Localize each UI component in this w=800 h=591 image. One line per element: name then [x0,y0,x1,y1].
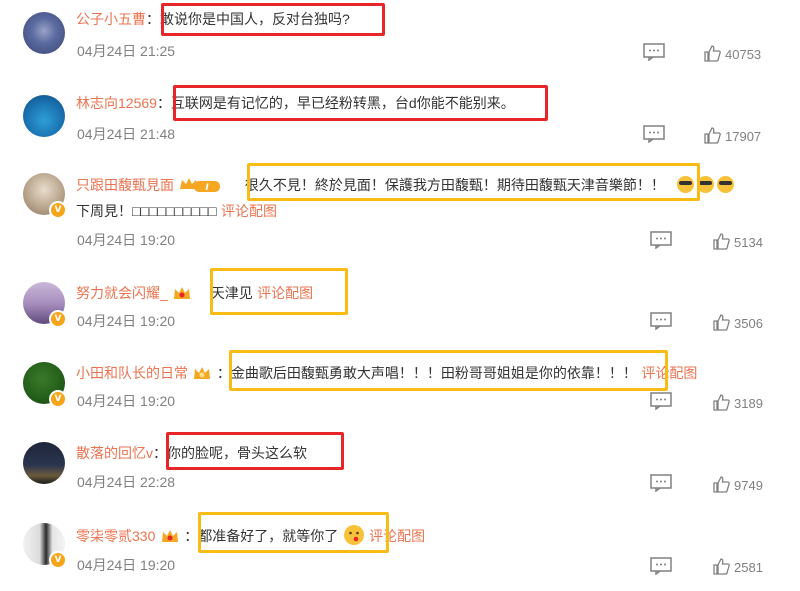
kiss-emoji-icon [343,525,364,545]
like-button[interactable]: 3506 [713,314,763,331]
like-count: 3506 [734,316,763,331]
timestamp: 04月24日 21:48 [77,126,176,142]
timestamp: 04月24日 19:20 [77,557,176,573]
comment-icon[interactable] [650,231,672,249]
comment-icon[interactable] [650,392,672,410]
comment-text-continued: 下周見！□□□□□□□□□□ [76,203,217,219]
like-button[interactable]: 9749 [713,476,763,493]
like-count: 9749 [734,478,763,493]
colon-separator: ： [184,529,199,545]
comment-icon[interactable] [643,125,665,143]
comment-text: 天津见 [210,285,253,301]
timestamp: 04月24日 19:20 [77,232,176,248]
comment-icon[interactable] [650,474,672,492]
colon-separator: ： [146,12,160,28]
comment-image-link[interactable]: 评论配图 [257,285,313,301]
thumbs-up-icon [713,476,730,493]
avatar[interactable] [23,12,65,54]
verified-badge-icon: V [49,390,67,408]
timestamp: 04月24日 19:20 [77,393,176,409]
timestamp: 04月24日 21:25 [77,43,176,59]
username-link[interactable]: 公子小五曹 [76,11,146,27]
username-link[interactable]: 努力就会闪耀_ [76,285,168,301]
thumbs-up-icon [713,558,730,575]
like-count: 5134 [734,235,763,250]
vip-crown-icon [194,367,211,379]
comment-image-link[interactable]: 评论配图 [641,365,697,381]
comment-text: 敢说你是中国人，反对台独吗? [160,11,350,27]
comment-text: 很久不見！終於見面！保護我方田馥甄！期待田馥甄天津音樂節！！ [244,177,665,193]
username-link[interactable]: 零柒零贰330 [76,528,155,544]
comment-image-link[interactable]: 评论配图 [369,528,425,544]
username-link[interactable]: 小田和队长的日常 [76,365,188,381]
comment-image-link[interactable]: 评论配图 [221,203,277,219]
sunglasses-emoji-icon [717,176,735,193]
avatar[interactable] [23,442,65,484]
like-button[interactable]: 2581 [713,558,763,575]
avatar[interactable] [23,95,65,137]
timestamp: 04月24日 22:28 [77,474,176,490]
username-link[interactable]: 只跟田馥甄見面 [76,177,174,193]
like-count: 40753 [725,47,762,62]
sunglasses-emoji-icon [697,176,715,193]
verified-badge-icon: V [49,310,67,328]
username-link[interactable]: 林志向12569 [76,95,157,111]
verified-badge-icon: V [49,201,67,219]
thumbs-up-icon [713,394,730,411]
comment-text: 都准备好了，就等你了 [198,528,339,544]
colon-separator: ： [153,446,167,462]
like-button[interactable]: 5134 [713,233,763,250]
vip-crown-icon [161,530,178,542]
like-count: 17907 [725,129,762,144]
comment-icon[interactable] [643,43,665,61]
thumbs-up-icon [704,45,721,62]
vip-crown-icon: I [180,178,221,193]
vip-crown-icon [174,287,191,299]
like-button[interactable]: 40753 [704,45,761,62]
thumbs-up-icon [713,233,730,250]
verified-badge-icon: V [49,551,67,569]
comment-icon[interactable] [650,557,672,575]
like-button[interactable]: 17907 [704,127,761,144]
like-count: 2581 [734,560,763,575]
like-button[interactable]: 3189 [713,394,763,411]
sunglasses-emoji-icon [677,176,695,193]
colon-separator: ： [156,96,171,112]
timestamp: 04月24日 19:20 [77,313,176,329]
username-link[interactable]: 散落的回忆v [76,445,153,461]
comment-icon[interactable] [650,312,672,330]
comment-text: 互联网是有记忆的，早已经粉转黑，台d你能不能别来。 [170,95,515,111]
colon-separator: ： [216,366,231,382]
comment-text: 金曲歌后田馥甄勇敢大声唱！！！田粉哥哥姐姐是你的依靠！！！ [230,365,637,381]
thumbs-up-icon [704,127,721,144]
comment-text: 你的脸呢，骨头这么软 [167,445,307,461]
like-count: 3189 [734,396,763,411]
thumbs-up-icon [713,314,730,331]
